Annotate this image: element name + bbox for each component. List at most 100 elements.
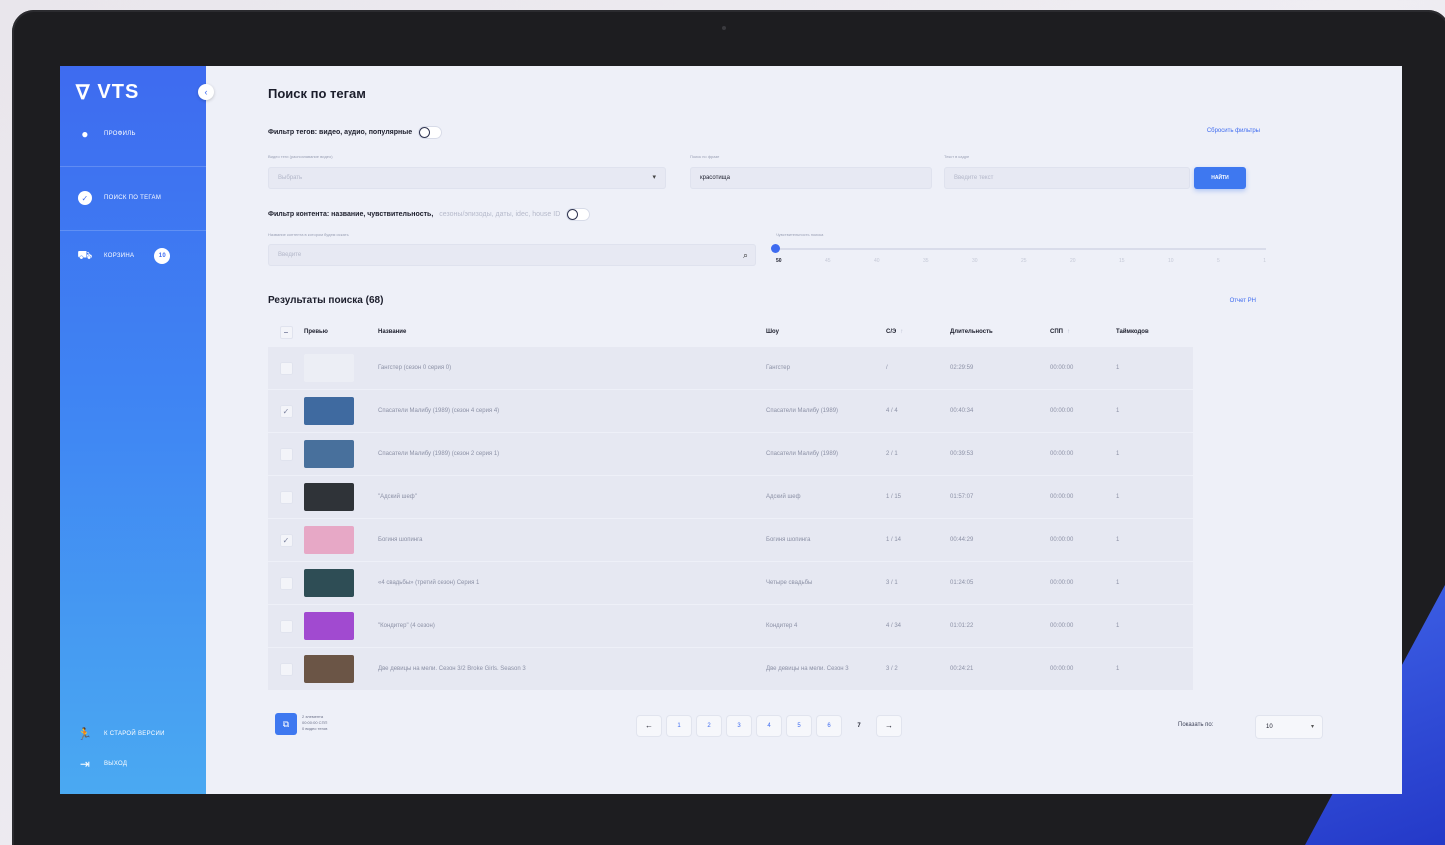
divider xyxy=(60,230,206,231)
season-episode-cell: / xyxy=(886,365,888,371)
next-page-button[interactable]: → xyxy=(877,716,901,736)
season-episode-cell: 4 / 34 xyxy=(886,623,902,629)
page-button[interactable]: 2 xyxy=(697,716,721,736)
frame-text-input[interactable]: Введите текст xyxy=(944,167,1190,189)
row-checkbox[interactable]: ✓ xyxy=(279,404,293,418)
sensitivity-tick: 20 xyxy=(1070,258,1076,264)
preview-cell xyxy=(304,526,378,554)
timecodes-cell: 1 xyxy=(1116,537,1120,543)
table-row[interactable]: "Адский шеф" Адский шеф 1 / 15 01:57:07 00:0… xyxy=(268,475,1193,518)
row-select-cell xyxy=(268,361,304,375)
table-row[interactable]: "Кондитер" (4 сезон) Кондитер 4 4 / 34 01:0… xyxy=(268,604,1193,647)
col-duration: Длительность xyxy=(950,329,993,335)
page-button[interactable]: 7 xyxy=(847,716,871,736)
chevron-down-icon: ▾ xyxy=(652,174,656,181)
preview-cell xyxy=(304,655,378,683)
preview-thumbnail[interactable] xyxy=(304,612,354,640)
row-checkbox[interactable] xyxy=(279,447,293,461)
page-button[interactable]: 4 xyxy=(757,716,781,736)
sensitivity-tick: 30 xyxy=(972,258,978,264)
table-row[interactable]: «4 свадьбы» (третий сезон) Серия 1 Четыре… xyxy=(268,561,1193,604)
logo[interactable]: ∇ VTS xyxy=(76,80,139,105)
phrase-search-input[interactable]: красотища xyxy=(690,167,932,189)
sensitivity-tick: 50 xyxy=(776,258,782,264)
name-cell: «4 свадьбы» (третий сезон) Серия 1 xyxy=(378,580,480,586)
spp-cell: 00:00:00 xyxy=(1050,537,1074,543)
user-icon: ● xyxy=(81,127,89,141)
tag-filter-toggle[interactable] xyxy=(418,126,443,139)
preview-thumbnail[interactable] xyxy=(304,655,354,683)
col-spp[interactable]: СПП ↑ xyxy=(1050,329,1116,335)
table-body: Гангстер (сезон 0 серия 0) Гангстер / 02:29… xyxy=(268,346,1193,690)
sensitivity-tick: 40 xyxy=(874,258,880,264)
table-row[interactable]: Гангстер (сезон 0 серия 0) Гангстер / 02:29… xyxy=(268,346,1193,389)
duration-cell: 01:01:22 xyxy=(950,623,974,629)
sort-arrow-icon: ↑ xyxy=(900,329,904,335)
page-button[interactable]: 3 xyxy=(727,716,751,736)
row-checkbox[interactable] xyxy=(279,576,293,590)
content-name-caption: Название контента в котором будем искать xyxy=(268,232,349,237)
name-cell: Богиня шопинга xyxy=(378,537,423,543)
reset-filters-link[interactable]: Сбросить фильтры xyxy=(1207,128,1260,134)
row-checkbox[interactable] xyxy=(279,662,293,676)
preview-thumbnail[interactable] xyxy=(304,569,354,597)
row-checkbox[interactable] xyxy=(279,361,293,375)
season-episode-cell: 3 / 1 xyxy=(886,580,898,586)
report-link[interactable]: Отчет PH xyxy=(1230,298,1256,304)
row-checkbox[interactable]: ✓ xyxy=(279,533,293,547)
duration-cell: 00:44:29 xyxy=(950,537,974,543)
table-row[interactable]: ✓ Богиня шопинга Богиня шопинга 1 / 14 00:44… xyxy=(268,518,1193,561)
name-cell: "Кондитер" (4 сезон) xyxy=(378,623,435,629)
content-name-input[interactable]: Введите ⌕ xyxy=(268,244,756,266)
page-button[interactable]: 1 xyxy=(667,716,691,736)
sensitivity-slider-track[interactable] xyxy=(776,248,1266,250)
select-all-checkbox[interactable]: – xyxy=(279,325,293,339)
row-checkbox[interactable] xyxy=(279,490,293,504)
page-button[interactable]: 5 xyxy=(787,716,811,736)
col-season-episode[interactable]: С/Э ↑ xyxy=(886,329,950,335)
page-size-select[interactable]: 10 ▾ xyxy=(1256,716,1322,738)
spp-cell: 00:00:00 xyxy=(1050,408,1074,414)
frame-text-caption: Текст в кадре xyxy=(944,154,970,159)
page-button[interactable]: 6 xyxy=(817,716,841,736)
preview-thumbnail[interactable] xyxy=(304,440,354,468)
preview-thumbnail[interactable] xyxy=(304,397,354,425)
sensitivity-tick: 25 xyxy=(1021,258,1027,264)
tag-filter-label: Фильтр тегов: видео, аудио, популярные xyxy=(268,129,413,136)
sidebar-item-profile[interactable]: ● Профиль xyxy=(60,114,206,154)
sidebar-item-cart[interactable]: ⛟ Корзина 10 xyxy=(60,236,206,276)
preview-cell xyxy=(304,397,378,425)
timecodes-cell: 1 xyxy=(1116,666,1120,672)
table-row[interactable]: Спасатели Малибу (1989) (сезон 2 серия 1… xyxy=(268,432,1193,475)
sidebar-item-tag-search[interactable]: ✓ Поиск по тегам xyxy=(60,178,206,218)
prev-page-button[interactable]: ← xyxy=(637,716,661,736)
find-button[interactable]: НАЙТИ xyxy=(1194,167,1246,189)
video-tags-select[interactable]: Выбрать ▾ xyxy=(268,167,666,189)
spp-cell: 00:00:00 xyxy=(1050,666,1074,672)
select-all-cell: – xyxy=(268,325,304,339)
preview-thumbnail[interactable] xyxy=(304,483,354,511)
search-icon: ⌕ xyxy=(742,250,748,260)
preview-cell xyxy=(304,612,378,640)
table-row[interactable]: Две девицы на мели. Сезон 3/2 Broke Girl… xyxy=(268,647,1193,690)
sidebar-item-logout[interactable]: ⇥ Выход xyxy=(60,744,206,784)
selection-summary-icon[interactable]: ⧉ xyxy=(275,713,297,735)
spp-cell: 00:00:00 xyxy=(1050,623,1074,629)
pagination: ← 1 2 3 4 5 6 7 → xyxy=(637,716,901,736)
sensitivity-slider-handle[interactable] xyxy=(771,244,780,253)
table-row[interactable]: ✓ Спасатели Малибу (1989) (сезон 4 серия … xyxy=(268,389,1193,432)
preview-thumbnail[interactable] xyxy=(304,354,354,382)
timecodes-cell: 1 xyxy=(1116,451,1120,457)
row-checkbox[interactable] xyxy=(279,619,293,633)
sensitivity-tick: 45 xyxy=(825,258,831,264)
row-select-cell: ✓ xyxy=(268,533,304,547)
content-filter-toggle[interactable] xyxy=(566,208,591,221)
content-filter-label: Фильтр контента: название, чувствительно… xyxy=(268,211,434,218)
logo-mark-icon: ∇ xyxy=(76,82,90,104)
timecodes-cell: 1 xyxy=(1116,494,1120,500)
runner-icon: 🏃 xyxy=(77,727,93,741)
preview-thumbnail[interactable] xyxy=(304,526,354,554)
sensitivity-tick: 1 xyxy=(1263,258,1266,264)
col-timecodes: Таймкодов xyxy=(1116,329,1149,335)
sidebar-item-label: К старой версии xyxy=(104,731,165,737)
